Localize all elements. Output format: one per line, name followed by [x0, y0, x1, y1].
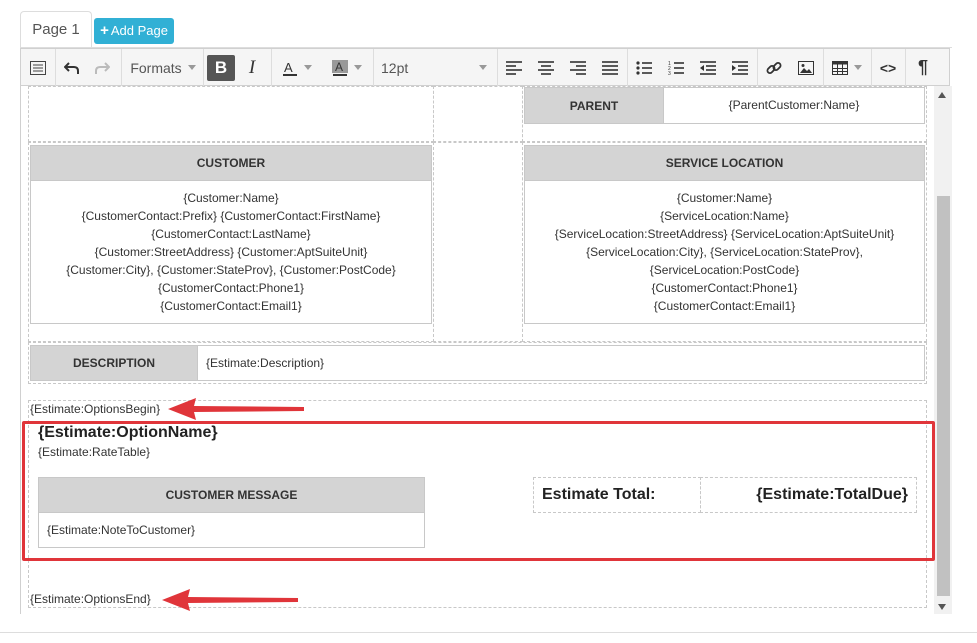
- service-location-line: {CustomerContact:Email1}: [653, 299, 796, 313]
- estimate-total-label: Estimate Total:: [542, 486, 656, 503]
- add-page-button[interactable]: + Add Page: [94, 18, 174, 44]
- pilcrow-icon[interactable]: ¶: [909, 49, 937, 86]
- service-location-line: {CustomerContact:Phone1}: [651, 281, 798, 295]
- code-icon[interactable]: <>: [875, 49, 901, 86]
- parent-customer-name-field: {ParentCustomer:Name}: [728, 98, 860, 112]
- font-size-label: 12pt: [381, 59, 409, 76]
- customer-line: {CustomerContact:Prefix} {CustomerContac…: [81, 209, 381, 223]
- customer-line: {CustomerContact:Email1}: [160, 299, 302, 313]
- note-to-customer-field: {Estimate:NoteToCustomer}: [47, 523, 196, 537]
- chevron-down-icon: [854, 65, 862, 70]
- rate-table-field: {Estimate:RateTable}: [38, 445, 151, 459]
- link-icon[interactable]: [761, 49, 787, 86]
- align-right-icon[interactable]: [565, 49, 591, 86]
- scroll-up-icon[interactable]: [938, 92, 946, 98]
- service-location-line: {Customer:Name}: [676, 191, 773, 205]
- chevron-down-icon: [354, 65, 362, 70]
- plus-icon: +: [100, 22, 109, 39]
- italic-icon[interactable]: I: [239, 49, 265, 86]
- customer-fields: {Customer:Name} {CustomerContact:Prefix}…: [30, 189, 432, 315]
- customer-line: {CustomerContact:Phone1}: [157, 281, 305, 295]
- svg-text:A: A: [284, 60, 293, 75]
- arrow-icon: [162, 589, 298, 611]
- indent-icon[interactable]: [727, 49, 753, 86]
- editor-bottom-border: [0, 632, 977, 633]
- layout-cell: [433, 86, 523, 142]
- formats-dropdown[interactable]: Formats: [127, 49, 199, 86]
- arrow-icon: [168, 398, 304, 420]
- table-icon[interactable]: [827, 49, 867, 86]
- customer-message-header: CUSTOMER MESSAGE: [38, 477, 425, 513]
- customer-line: {Customer:City}, {Customer:StateProv}, {…: [66, 263, 396, 277]
- redo-icon[interactable]: [89, 49, 115, 86]
- scroll-down-icon[interactable]: [938, 604, 946, 610]
- options-begin-tag: {Estimate:OptionsBegin}: [30, 402, 161, 416]
- service-location-fields: {Customer:Name} {ServiceLocation:Name} {…: [524, 189, 925, 315]
- undo-icon[interactable]: [59, 49, 85, 86]
- service-location-header: SERVICE LOCATION: [524, 145, 925, 181]
- description-header: DESCRIPTION: [30, 345, 198, 381]
- justify-icon[interactable]: [597, 49, 623, 86]
- scrollbar-thumb[interactable]: [937, 196, 950, 596]
- align-left-icon[interactable]: [501, 49, 527, 86]
- service-location-line: {ServiceLocation:StreetAddress} {Service…: [554, 227, 895, 241]
- chevron-down-icon: [479, 65, 487, 70]
- tab-page-1[interactable]: Page 1: [20, 11, 92, 49]
- bold-icon[interactable]: B: [207, 55, 235, 81]
- svg-text:3: 3: [668, 71, 671, 75]
- service-location-line: {ServiceLocation:Name}: [660, 209, 789, 223]
- chevron-down-icon: [187, 65, 196, 70]
- customer-line: {Customer:Name}: [183, 191, 279, 205]
- formats-label: Formats: [130, 59, 182, 76]
- image-icon[interactable]: [793, 49, 819, 86]
- layout-cell: [28, 86, 434, 142]
- bg-color-icon[interactable]: A: [325, 49, 369, 86]
- layout-cell: [433, 142, 523, 342]
- bullet-list-icon[interactable]: [631, 49, 657, 86]
- add-page-label: Add Page: [110, 23, 168, 38]
- outdent-icon[interactable]: [695, 49, 721, 86]
- option-name-field: {Estimate:OptionName}: [38, 424, 218, 441]
- customer-line: {CustomerContact:LastName}: [151, 227, 311, 241]
- options-end-tag: {Estimate:OptionsEnd}: [30, 592, 151, 606]
- svg-text:A: A: [335, 60, 343, 74]
- source-icon[interactable]: [25, 49, 51, 86]
- font-size-dropdown[interactable]: 12pt: [377, 49, 497, 86]
- customer-header: CUSTOMER: [30, 145, 432, 181]
- customer-line: {Customer:StreetAddress} {Customer:AptSu…: [94, 245, 368, 259]
- chevron-down-icon: [304, 65, 312, 70]
- service-location-line: {ServiceLocation:PostCode}: [649, 263, 800, 277]
- service-location-line: {ServiceLocation:City}, {ServiceLocation…: [586, 245, 863, 259]
- numbered-list-icon[interactable]: 123: [663, 49, 689, 86]
- align-center-icon[interactable]: [533, 49, 559, 86]
- description-field: {Estimate:Description}: [206, 356, 325, 370]
- parent-header: PARENT: [524, 87, 664, 124]
- estimate-total-value: {Estimate:TotalDue}: [756, 486, 908, 503]
- editor-toolbar: Formats B I A A 12pt 123 <> ¶: [20, 48, 950, 86]
- text-color-icon[interactable]: A: [275, 49, 319, 86]
- page-tabs: Page 1 + Add Page: [0, 0, 977, 49]
